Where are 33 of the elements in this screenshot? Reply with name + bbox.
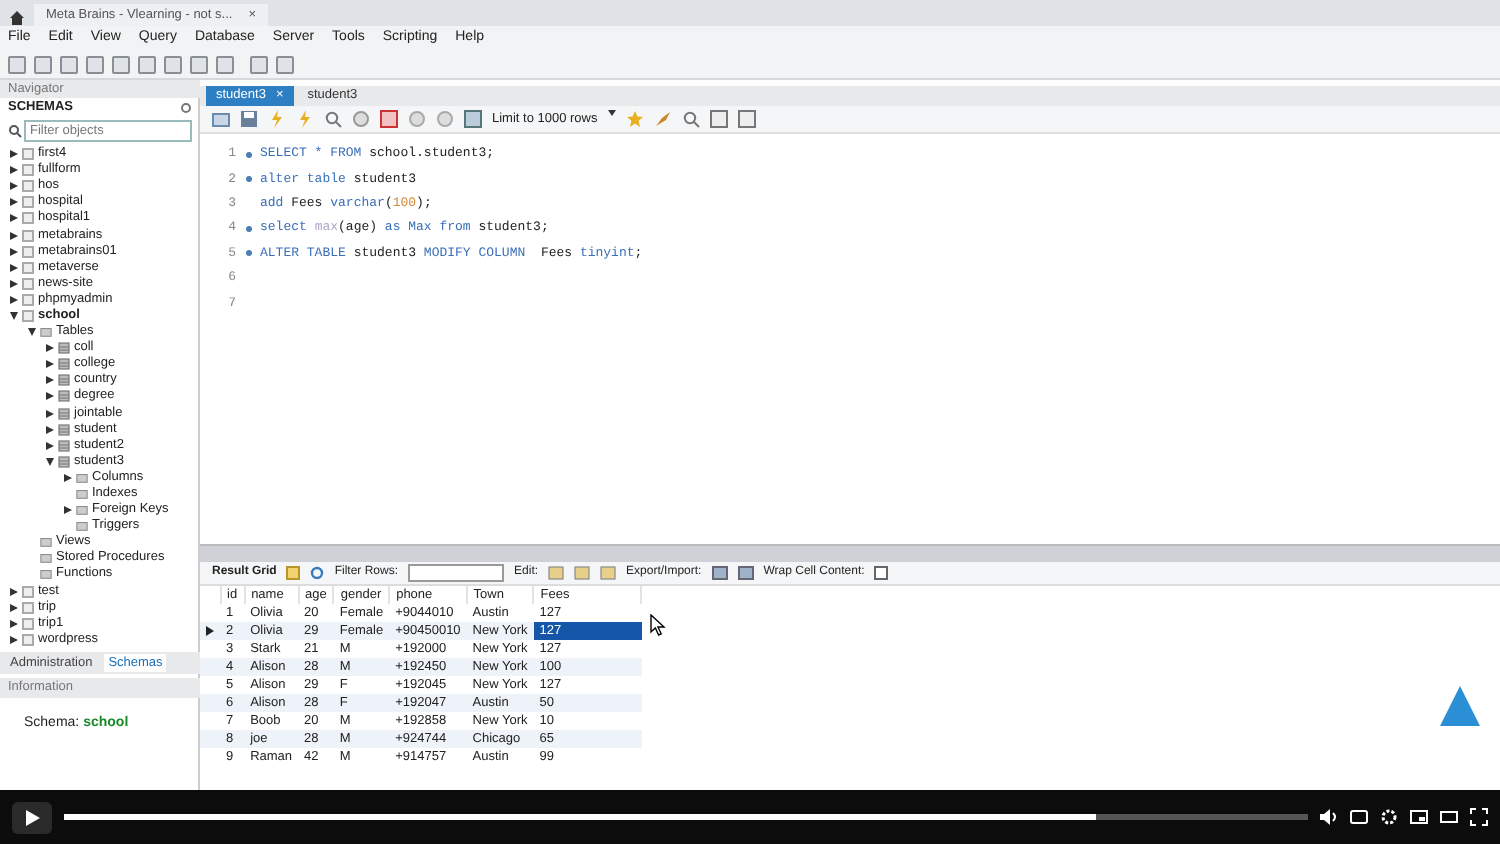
captions-icon[interactable] <box>1350 808 1368 826</box>
fullscreen-icon[interactable] <box>1470 808 1488 826</box>
save-icon[interactable] <box>240 110 258 128</box>
star-icon[interactable] <box>626 110 644 128</box>
play-icon <box>25 809 39 825</box>
brush-icon[interactable] <box>654 110 672 128</box>
miniplayer-icon[interactable] <box>1410 808 1428 826</box>
magnifier-icon[interactable] <box>682 110 700 128</box>
refresh-icon[interactable] <box>180 102 192 114</box>
theater-icon[interactable] <box>1440 808 1458 826</box>
volume-icon[interactable] <box>1320 808 1338 826</box>
play-button[interactable] <box>12 801 52 833</box>
table-icon <box>58 455 70 468</box>
table-icon <box>58 423 70 436</box>
search-icon <box>8 124 22 138</box>
table-icon <box>58 358 70 371</box>
table-icon <box>58 374 70 387</box>
seek-bar[interactable] <box>64 814 1308 820</box>
circle-icon[interactable] <box>352 110 370 128</box>
filter-rows-field[interactable] <box>408 564 505 582</box>
cursor-icon <box>650 614 667 636</box>
grid-icon[interactable] <box>286 566 301 580</box>
folder-icon[interactable] <box>212 110 230 128</box>
magnifier-icon[interactable] <box>324 110 342 128</box>
folder-icon <box>40 326 52 339</box>
wrap-icon[interactable] <box>874 566 889 580</box>
refresh-icon[interactable] <box>310 566 325 580</box>
home-icon[interactable] <box>8 8 26 26</box>
settings-icon[interactable] <box>1380 808 1398 826</box>
table-icon <box>58 439 70 452</box>
table-icon <box>58 390 70 403</box>
table-icon <box>58 342 70 355</box>
table-icon <box>58 407 70 420</box>
